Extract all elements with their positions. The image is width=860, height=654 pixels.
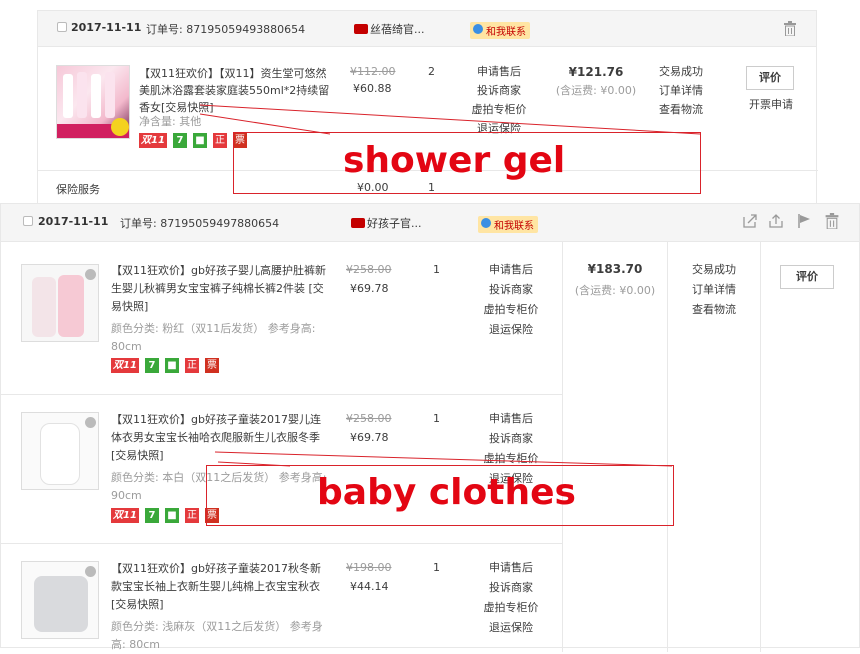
shower-gel-annotation: shower gel (343, 140, 566, 181)
shower-pointer-line (199, 104, 701, 135)
annotation-lines (199, 104, 701, 467)
baby-pointer-line (214, 451, 673, 467)
baby-clothes-annotation: baby clothes (317, 472, 576, 513)
shower-pointer-line (199, 113, 331, 135)
